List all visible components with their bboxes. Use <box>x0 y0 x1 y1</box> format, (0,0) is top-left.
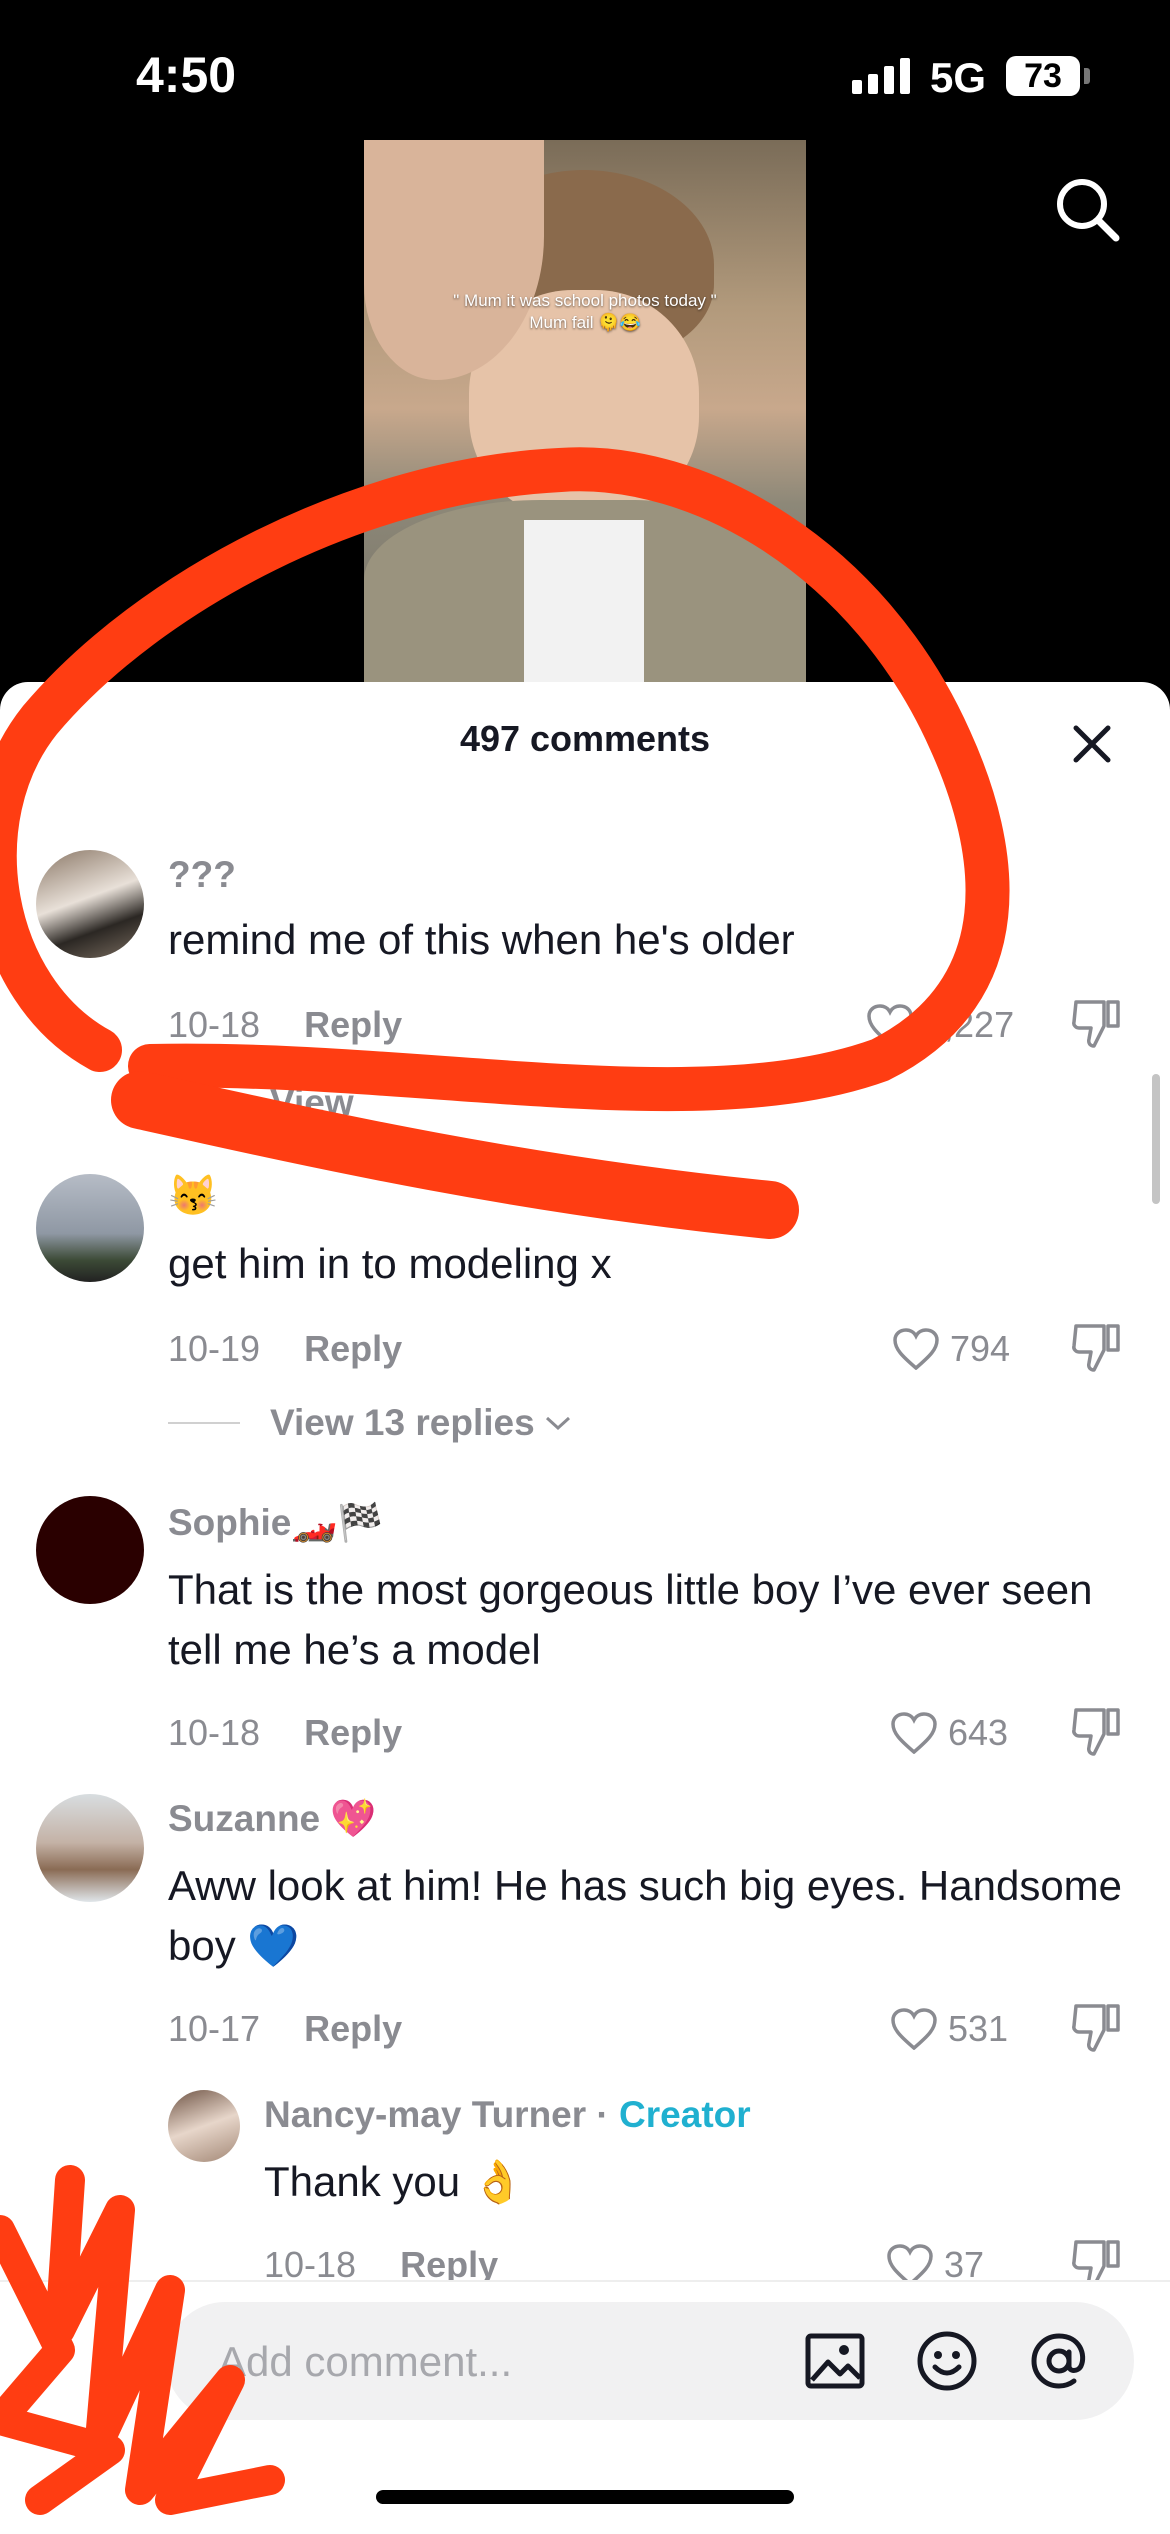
separator-dot: · <box>586 2094 620 2135</box>
comment-username[interactable]: ??? <box>168 854 236 896</box>
heart-icon <box>867 1004 913 1046</box>
reply-button[interactable]: Reply <box>400 2244 498 2285</box>
image-icon[interactable] <box>804 2330 866 2392</box>
comment-text: get him in to modeling x <box>168 1240 612 1287</box>
view-replies-button[interactable]: View 13 replies <box>168 1402 573 1444</box>
dislike-icon[interactable] <box>1070 1704 1122 1763</box>
video-preview[interactable]: " Mum it was school photos today " Mum f… <box>364 140 806 700</box>
comment-date: 10-19 <box>168 1328 261 1369</box>
comment-meta: 10-19 Reply <box>168 1328 402 1370</box>
heart-icon <box>891 2008 937 2050</box>
battery-tip <box>1084 68 1090 84</box>
network-label: 5G <box>930 54 987 101</box>
comment-date: 10-18 <box>168 1004 261 1045</box>
avatar[interactable] <box>36 850 144 958</box>
view-replies-label: View 13 replies <box>270 1402 535 1443</box>
comment-text: Thank you 👌 <box>264 2158 525 2205</box>
video-shirt-shape <box>524 520 644 700</box>
video-caption-line2: Mum fail 🫠😂 <box>529 313 641 332</box>
avatar[interactable] <box>36 1496 144 1604</box>
heart-icon <box>891 1712 937 1754</box>
dislike-icon[interactable] <box>1070 2000 1122 2059</box>
creator-badge: Creator <box>619 2094 751 2135</box>
like-button[interactable]: 531 <box>890 2008 1008 2050</box>
comment-meta: 10-18 Reply <box>168 1004 402 1046</box>
view-replies-label: View <box>270 1082 354 1123</box>
reply-username-label: Nancy-may Turner <box>264 2094 587 2135</box>
comment-text: Aww look at him! He has such big eyes. H… <box>168 1862 1123 1969</box>
view-replies-line <box>168 1102 240 1104</box>
home-indicator <box>376 2490 794 2504</box>
comment-username[interactable]: Sophie🏎️🏁 <box>168 1502 383 1545</box>
comment-text: That is the most gorgeous little boy I’v… <box>168 1566 1093 1673</box>
like-count: 531 <box>948 2008 1009 2049</box>
status-time: 4:50 <box>136 47 237 103</box>
comment-date: 10-18 <box>264 2244 357 2285</box>
video-caption-line1: " Mum it was school photos today " <box>453 291 717 310</box>
dislike-icon[interactable] <box>1070 996 1122 1055</box>
like-button[interactable]: 1,227 <box>866 1004 1014 1046</box>
comment-input[interactable] <box>216 2302 820 2422</box>
reply-button[interactable]: Reply <box>304 2008 402 2049</box>
dislike-icon[interactable] <box>1070 1320 1122 1379</box>
comment-meta: 10-17 Reply <box>168 2008 402 2050</box>
scrollbar[interactable] <box>1152 1074 1160 1204</box>
video-caption: " Mum it was school photos today " Mum f… <box>364 290 806 334</box>
like-count: 794 <box>950 1328 1011 1369</box>
heart-icon <box>893 1328 939 1370</box>
emoji-icon[interactable] <box>916 2330 978 2392</box>
reply-username[interactable]: Nancy-may Turner · Creator <box>264 2094 751 2136</box>
avatar[interactable] <box>168 2090 240 2162</box>
avatar[interactable] <box>36 1794 144 1902</box>
signal-icon <box>852 58 910 94</box>
reply-button[interactable]: Reply <box>304 1004 402 1045</box>
close-icon[interactable] <box>1068 720 1116 768</box>
view-replies-button[interactable]: View <box>168 1082 354 1124</box>
sort-icon[interactable] <box>932 724 954 759</box>
reply-button[interactable]: Reply <box>304 1712 402 1753</box>
reply-button[interactable]: Reply <box>304 1328 402 1369</box>
comment-text: remind me of this when he's older <box>168 916 795 963</box>
view-replies-line <box>168 1422 240 1424</box>
like-count: 643 <box>948 1712 1009 1753</box>
mention-icon[interactable] <box>1028 2330 1090 2392</box>
status-bar: 4:50 5G 73 <box>0 0 1170 150</box>
chevron-down-icon <box>545 1416 570 1431</box>
comment-date: 10-17 <box>168 2008 261 2049</box>
like-button[interactable]: 643 <box>890 1712 1008 1754</box>
comment-input-container[interactable] <box>166 2302 1134 2422</box>
comment-date: 10-18 <box>168 1712 261 1753</box>
comment-username[interactable]: 😽 <box>168 1172 218 1219</box>
like-count: 1,227 <box>924 1004 1015 1045</box>
comments-count-title: 497 comments <box>459 718 711 759</box>
battery-icon: 73 <box>1006 56 1080 96</box>
comment-username[interactable]: Suzanne 💖 <box>168 1798 377 1841</box>
search-icon[interactable] <box>1048 170 1128 250</box>
battery-level: 73 <box>1024 56 1062 95</box>
avatar[interactable] <box>36 1174 144 1282</box>
like-button[interactable]: 794 <box>892 1328 1010 1370</box>
comment-meta: 10-18 Reply <box>168 1712 402 1754</box>
